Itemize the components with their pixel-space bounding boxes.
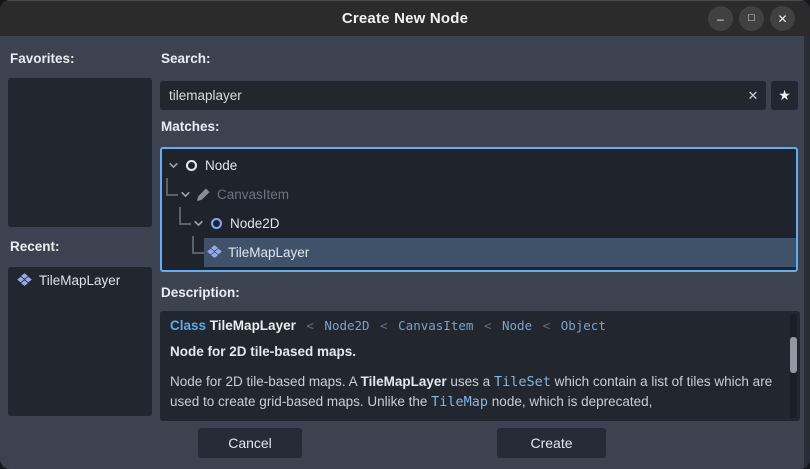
canvasitem-icon	[196, 187, 211, 202]
recent-label: Recent:	[10, 239, 60, 254]
description-scrollbar[interactable]	[790, 314, 797, 418]
tree-guide-line	[192, 236, 204, 254]
tree-item-label: Node2D	[230, 216, 280, 231]
titlebar: Create New Node – □ ✕	[0, 0, 810, 36]
clear-search-icon[interactable]: ✕	[740, 81, 766, 110]
search-input[interactable]	[160, 81, 766, 110]
tree-item[interactable]: Node2D	[206, 209, 796, 238]
close-button[interactable]: ✕	[770, 6, 795, 31]
maximize-icon: □	[748, 12, 755, 24]
close-icon: ✕	[777, 11, 788, 26]
description-text: node, which is deprecated,	[488, 394, 653, 409]
full-description: Node for 2D tile-based maps. A TileMapLa…	[170, 372, 776, 412]
tree-item[interactable]: CanvasItem	[193, 180, 796, 209]
class-name: TileMapLayer	[209, 318, 296, 333]
tree-row[interactable]: CanvasItem	[162, 178, 796, 209]
class-link[interactable]: Object	[561, 318, 606, 333]
class-inheritance-line: Class TileMapLayer < Node2D < CanvasItem…	[170, 318, 776, 333]
class-link[interactable]: Node2D	[324, 318, 369, 333]
scrollbar-thumb[interactable]	[790, 337, 797, 373]
chevron-down-icon[interactable]	[179, 188, 192, 201]
window-title: Create New Node	[341, 10, 469, 27]
inheritance-separator: <	[372, 318, 396, 333]
class-keyword: Class	[170, 318, 207, 333]
tree-row[interactable]: TileMapLayer	[162, 236, 796, 267]
minimize-icon: –	[717, 11, 724, 26]
window-controls: – □ ✕	[708, 6, 795, 31]
inheritance-chain: < Node2D < CanvasItem < Node < Object	[296, 318, 606, 333]
cancel-button[interactable]: Cancel	[198, 428, 302, 458]
inheritance-separator: <	[535, 318, 558, 333]
tree-item-label: Node	[205, 158, 238, 173]
recent-item[interactable]: TileMapLayer	[8, 267, 152, 293]
brief-description: Node for 2D tile-based maps.	[170, 344, 357, 359]
recent-list: TileMapLayer	[8, 267, 152, 293]
description-label: Description:	[161, 285, 240, 300]
tree-row[interactable]: Node2D	[162, 207, 796, 238]
maximize-button[interactable]: □	[739, 6, 764, 31]
search-label: Search:	[161, 51, 211, 66]
tree-guide-line	[166, 178, 178, 196]
description-text: uses a	[446, 374, 494, 389]
favorite-toggle-button[interactable]: ★	[771, 81, 798, 110]
matches-label: Matches:	[161, 119, 220, 134]
chevron-down-icon[interactable]	[192, 217, 205, 230]
description-text: Node for 2D tile-based maps. A	[170, 374, 361, 389]
node-icon	[184, 158, 199, 173]
tree-item-label: TileMapLayer	[228, 245, 310, 260]
tilemaplayer-icon	[207, 245, 222, 260]
tilemaplayer-icon	[17, 273, 32, 288]
create-button[interactable]: Create	[497, 428, 606, 458]
tree-row[interactable]: Node	[162, 151, 796, 180]
tree-item-label: CanvasItem	[217, 187, 290, 202]
tree-item-selected[interactable]: TileMapLayer	[204, 238, 796, 267]
minimize-button[interactable]: –	[708, 6, 733, 31]
recent-panel: TileMapLayer	[8, 267, 152, 416]
star-icon: ★	[778, 87, 791, 103]
favorites-label: Favorites:	[10, 51, 75, 66]
favorites-panel[interactable]	[8, 78, 152, 227]
inline-code[interactable]: TileMap	[431, 394, 488, 410]
description-text: TileMapLayer	[360, 374, 447, 389]
description-panel: Class TileMapLayer < Node2D < CanvasItem…	[160, 311, 800, 421]
inheritance-separator: <	[298, 318, 322, 333]
class-link[interactable]: Node	[502, 318, 532, 333]
inline-code[interactable]: TileSet	[494, 374, 551, 390]
node2d-icon	[209, 216, 224, 231]
recent-item-label: TileMapLayer	[39, 273, 121, 288]
chevron-down-icon[interactable]	[167, 159, 180, 172]
create-new-node-dialog: Create New Node – □ ✕ Favorites: Recent:…	[0, 0, 810, 469]
class-link[interactable]: CanvasItem	[398, 318, 473, 333]
inheritance-separator: <	[476, 318, 499, 333]
tree-item[interactable]: Node	[181, 151, 796, 180]
window-edge	[804, 36, 810, 469]
tree-guide-line	[179, 207, 191, 225]
matches-tree: Node CanvasItem Node2D TileMapLayer	[160, 147, 798, 272]
